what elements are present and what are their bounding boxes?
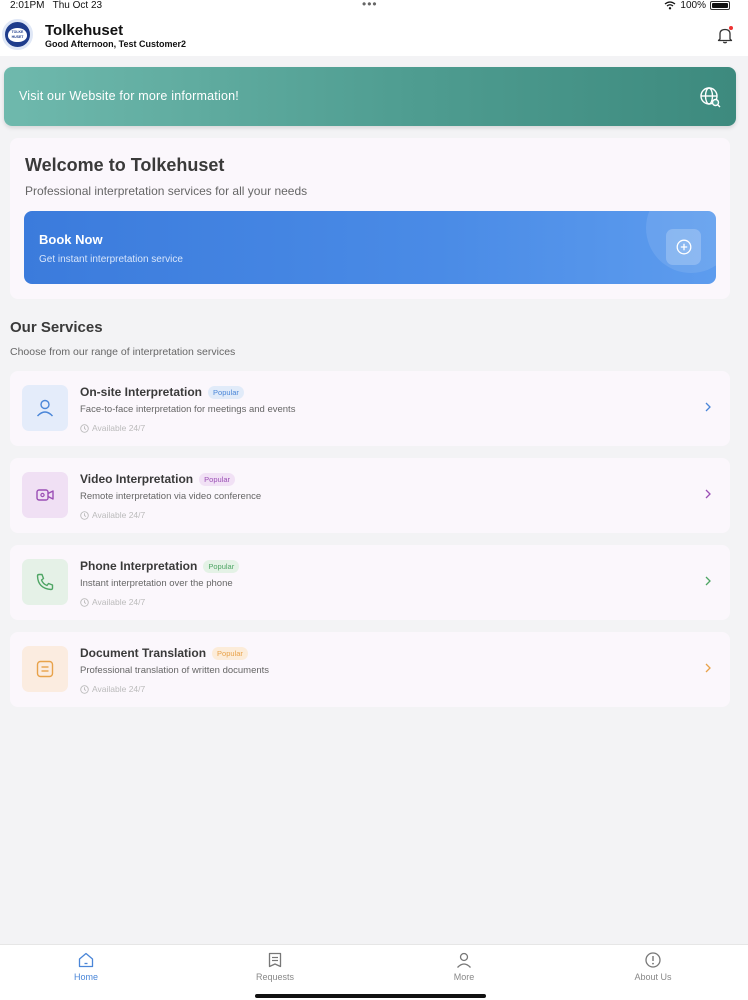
- service-description: Face-to-face interpretation for meetings…: [80, 404, 296, 415]
- multitask-dots[interactable]: •••: [362, 0, 378, 11]
- banner-text: Visit our Website for more information!: [19, 89, 239, 103]
- service-title: Phone Interpretation Popular: [80, 559, 240, 573]
- service-icon-box: [22, 385, 68, 431]
- app-title: Tolkehuset: [45, 22, 124, 39]
- service-availability: Available 24/7: [80, 684, 145, 694]
- plus-circle-icon: [676, 239, 691, 255]
- logo-mark: TOLKE HUSET: [8, 27, 27, 42]
- video-icon: [36, 489, 54, 501]
- add-booking-button[interactable]: [666, 229, 701, 265]
- clock-icon: [80, 423, 89, 433]
- battery-icon: [710, 1, 730, 10]
- tab-about-us[interactable]: About Us: [613, 951, 693, 982]
- service-availability: Available 24/7: [80, 423, 145, 433]
- tab-label: About Us: [634, 972, 672, 982]
- clock-icon: [80, 597, 89, 607]
- status-time-text: 2:01PM: [10, 0, 45, 11]
- service-description: Professional translation of written docu…: [80, 665, 270, 676]
- requests-icon: [268, 952, 282, 968]
- service-description: Instant interpretation over the phone: [80, 578, 233, 589]
- service-card-onsite[interactable]: On-site Interpretation Popular Face-to-fa…: [10, 371, 730, 446]
- service-icon-box: [22, 646, 68, 692]
- chevron-right-icon: [705, 576, 711, 586]
- book-now-title: Book Now: [39, 232, 103, 247]
- welcome-subtitle: Professional interpretation services for…: [25, 184, 308, 198]
- status-date-text: Thu Oct 23: [52, 0, 103, 11]
- welcome-card: Welcome to Tolkehuset Professional inter…: [10, 138, 730, 299]
- tab-label: Home: [73, 972, 98, 982]
- service-title-text: On-site Interpretation: [80, 385, 203, 399]
- popular-badge: Popular: [208, 386, 244, 399]
- service-title-text: Video Interpretation: [80, 472, 194, 486]
- chevron-right-icon: [705, 489, 711, 499]
- service-title-text: Document Translation: [80, 646, 207, 660]
- service-title: On-site Interpretation Popular: [80, 385, 244, 399]
- services-subtitle: Choose from our range of interpretation …: [10, 346, 236, 358]
- services-title: Our Services: [10, 319, 103, 336]
- availability-text: Available 24/7: [92, 423, 146, 433]
- chevron-right-icon: [705, 663, 711, 673]
- status-time: 2:01PM Thu Oct 23: [10, 0, 102, 11]
- availability-text: Available 24/7: [92, 597, 146, 607]
- service-availability: Available 24/7: [80, 510, 145, 520]
- service-card-document[interactable]: Document Translation Popular Professional…: [10, 632, 730, 707]
- service-icon-box: [22, 559, 68, 605]
- service-availability: Available 24/7: [80, 597, 145, 607]
- tab-label: Requests: [255, 972, 295, 982]
- service-description: Remote interpretation via video conferen…: [80, 491, 262, 502]
- clock-icon: [80, 684, 89, 694]
- app-header: TOLKE HUSET Tolkehuset Good Afternoon, T…: [0, 14, 748, 56]
- notification-dot: [729, 26, 733, 30]
- availability-text: Available 24/7: [92, 510, 146, 520]
- service-card-video[interactable]: Video Interpretation Popular Remote inter…: [10, 458, 730, 533]
- tab-home[interactable]: Home: [46, 951, 126, 982]
- tab-requests[interactable]: Requests: [235, 951, 315, 982]
- welcome-title: Welcome to Tolkehuset: [25, 155, 225, 175]
- clock-icon: [80, 510, 89, 520]
- person-icon: [457, 952, 471, 968]
- book-now-button[interactable]: Book Now Get instant interpretation serv…: [24, 211, 716, 284]
- bottom-tab-bar: Home Requests More About Us: [0, 944, 748, 1000]
- greeting-text: Good Afternoon, Test Customer2: [45, 39, 187, 49]
- website-banner[interactable]: Visit our Website for more information!: [4, 67, 736, 126]
- availability-text: Available 24/7: [92, 684, 146, 694]
- wifi-icon: [665, 1, 676, 10]
- popular-badge: Popular: [203, 560, 240, 573]
- service-title-text: Phone Interpretation: [80, 559, 198, 573]
- app-screen: 2:01PM Thu Oct 23 ••• 100% TOLKE HUSET T…: [0, 0, 748, 1000]
- battery-percent: 100%: [680, 0, 706, 11]
- status-right: 100%: [664, 0, 730, 11]
- phone-icon: [36, 573, 54, 591]
- service-title: Video Interpretation Popular: [80, 472, 235, 486]
- info-icon: [645, 952, 661, 968]
- app-logo: TOLKE HUSET: [2, 19, 33, 50]
- service-icon-box: [22, 472, 68, 518]
- home-indicator[interactable]: [255, 994, 486, 998]
- popular-badge: Popular: [212, 647, 248, 660]
- tab-more[interactable]: More: [424, 951, 504, 982]
- popular-badge: Popular: [199, 473, 235, 486]
- person-icon: [36, 399, 54, 417]
- home-icon: [78, 952, 94, 968]
- document-icon: [36, 660, 54, 678]
- service-title: Document Translation Popular: [80, 646, 248, 660]
- service-card-phone[interactable]: Phone Interpretation Popular Instant inte…: [10, 545, 730, 620]
- tab-label: More: [453, 972, 475, 982]
- chevron-right-icon: [705, 402, 711, 412]
- status-bar: 2:01PM Thu Oct 23 ••• 100%: [0, 0, 748, 14]
- book-now-subtitle: Get instant interpretation service: [39, 254, 183, 265]
- globe-search-icon: [700, 87, 721, 108]
